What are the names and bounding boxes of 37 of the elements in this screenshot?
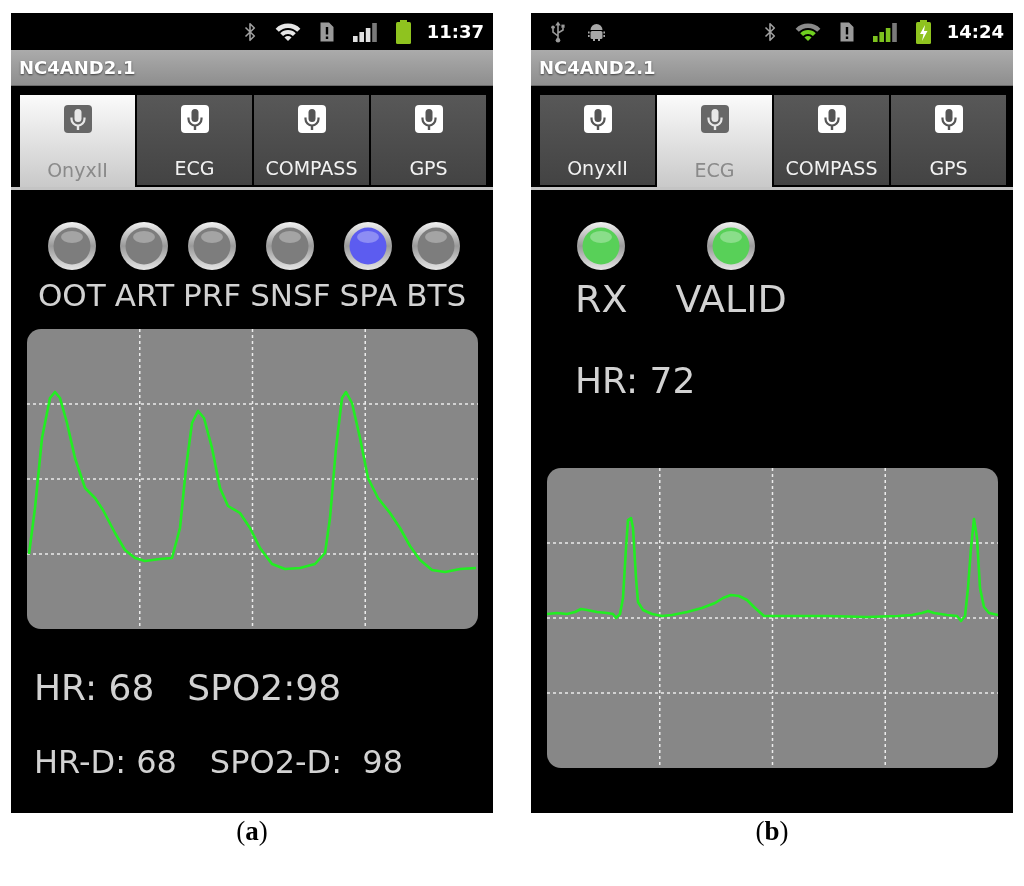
indicator-label: SNSF [250, 278, 331, 314]
tab[interactable]: OnyxII [540, 95, 655, 185]
reading-text: HR-D: 68 [34, 743, 177, 782]
tab[interactable]: COMPASS [254, 95, 369, 185]
indicator-label: SPA [339, 278, 398, 314]
tab[interactable]: ECG [137, 95, 252, 185]
microphone-icon [934, 105, 963, 133]
microphone-icon [583, 105, 612, 133]
clock-time: 14:24 [946, 21, 1004, 42]
sim-card-icon [839, 21, 854, 42]
figure-caption: (a) [236, 815, 268, 847]
indicator-label: PRF [183, 278, 242, 314]
tab[interactable]: GPS [891, 95, 1006, 185]
reading-text: HR: 68 [34, 666, 155, 709]
title-bar: NC4AND2.1 [531, 50, 1013, 86]
title-bar: NC4AND2.1 [11, 50, 493, 86]
bluetooth-icon [763, 21, 776, 42]
microphone-icon [700, 105, 729, 133]
microphone-icon [817, 105, 846, 133]
tab[interactable]: COMPASS [774, 95, 889, 185]
reading-text: HR: 72 [575, 359, 696, 402]
reading-text: SPO2-D: 98 [209, 743, 404, 782]
indicator-label: BTS [406, 278, 467, 314]
reading-text: SPO2:98 [187, 666, 342, 709]
tab[interactable]: GPS [371, 95, 486, 185]
microphone-icon [414, 105, 443, 133]
indicator-label: RX [575, 278, 628, 322]
sim-card-icon [319, 21, 334, 42]
figure-caption: (b) [755, 815, 789, 847]
microphone-icon [63, 105, 92, 133]
microphone-icon [180, 105, 209, 133]
indicator-label: OOT [37, 278, 106, 314]
clock-time: 11:37 [426, 21, 484, 42]
bluetooth-icon [243, 21, 256, 42]
indicator-label: ART [114, 278, 175, 314]
microphone-icon [297, 105, 326, 133]
indicator-label: VALID [675, 278, 787, 322]
